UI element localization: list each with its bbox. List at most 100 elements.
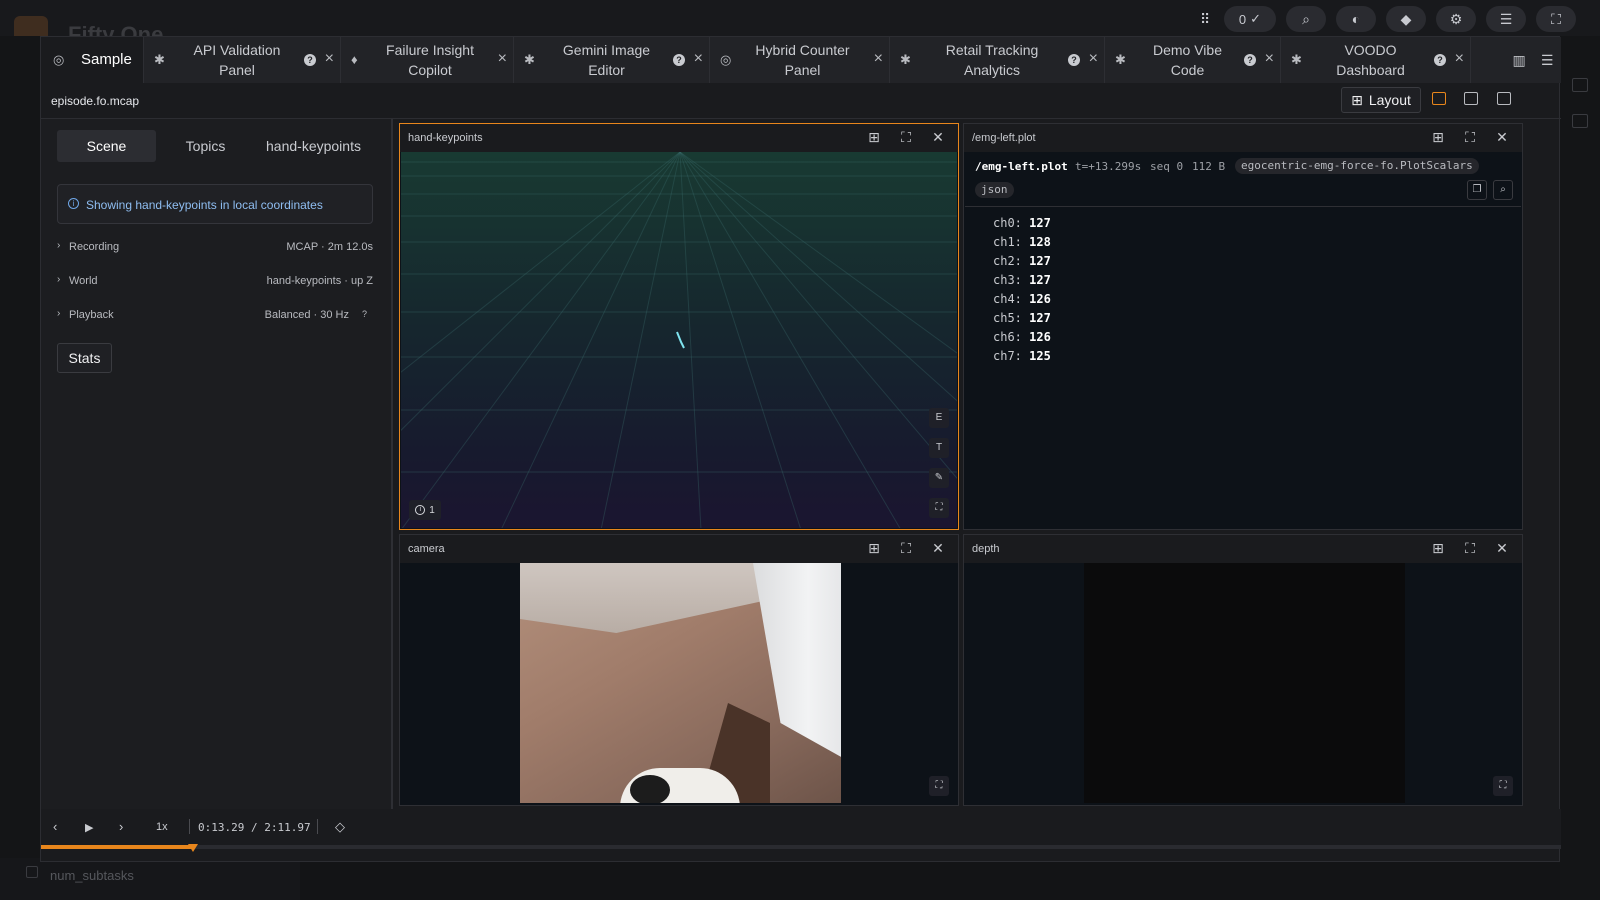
close-icon[interactable]: ✕ [1492, 129, 1512, 146]
close-icon[interactable]: × [1455, 50, 1464, 68]
help-icon[interactable]: ? [1068, 54, 1080, 66]
tab-label: Sample [81, 51, 132, 68]
panel-title: camera [408, 543, 445, 555]
grid-icon[interactable]: ⊞ [1428, 540, 1448, 557]
panel-icon[interactable] [1572, 78, 1588, 92]
step-forward-icon[interactable]: › [119, 819, 123, 834]
sidebar-tabs: Scene Topics hand-keypoints [57, 130, 377, 162]
puzzle-icon: ✱ [1115, 52, 1126, 67]
fullscreen-icon[interactable]: ⛶ [929, 498, 949, 518]
emg-left-plot-panel: /emg-left.plot ⊞ ⛶ ✕ /emg-left.plot t=+1… [963, 123, 1523, 530]
panel-title: /emg-left.plot [972, 132, 1036, 144]
message-viewer: /emg-left.plot t=+13.299s seq 0 112 B eg… [965, 152, 1521, 528]
tab-topics[interactable]: Topics [156, 130, 255, 162]
recording-row[interactable]: › Recording MCAP · 2m 12.0s [57, 239, 373, 257]
status-pill[interactable]: 0 ✓ [1224, 6, 1276, 32]
tab-api-validation-panel[interactable]: ✱ API Validation Panel ? × [144, 37, 341, 83]
expand-icon[interactable]: ⛶ [1460, 129, 1480, 146]
search-button[interactable]: ⌕ [1286, 6, 1326, 32]
grid-icon[interactable]: ⊞ [1428, 129, 1448, 146]
fullscreen-icon[interactable]: ⛶ [1493, 776, 1513, 796]
grip-icon[interactable]: ⠿ [1200, 11, 1214, 28]
copy-icon[interactable]: ❐ [1467, 180, 1487, 200]
status-count: 0 [1238, 11, 1247, 27]
tag-button[interactable]: ◆ [1386, 6, 1426, 32]
grid-icon[interactable]: ⊞ [864, 540, 884, 557]
settings-button[interactable]: ⚙ [1436, 6, 1476, 32]
search-icon[interactable]: ⌕ [1493, 180, 1513, 200]
tab-retail-tracking-analytics[interactable]: ✱ Retail Tracking Analytics ? × [890, 37, 1105, 83]
chevron-right-icon: › [57, 308, 61, 319]
row-value: MCAP · 2m 12.0s [286, 241, 373, 253]
close-icon[interactable]: × [694, 50, 703, 68]
tab-failure-insight-copilot[interactable]: ♦ Failure Insight Copilot × [341, 37, 514, 83]
info-text: Showing hand-keypoints in local coordina… [86, 198, 323, 212]
palette-button[interactable]: ◐ [1336, 6, 1376, 32]
panel-icon[interactable] [1572, 114, 1588, 128]
close-icon[interactable]: × [498, 50, 507, 68]
close-icon[interactable]: ✕ [1492, 540, 1512, 557]
list-icon: ☰ [1499, 10, 1513, 27]
fullscreen-button[interactable]: ⛶ [1536, 6, 1576, 32]
close-icon[interactable]: × [1089, 50, 1098, 68]
step-back-icon[interactable]: ‹ [53, 819, 57, 834]
list-button[interactable]: ☰ [1486, 6, 1526, 32]
tab-label: Gemini Image Editor [562, 42, 651, 78]
schema-pill: egocentric-emg-force-fo.PlotScalars [1235, 158, 1479, 174]
help-icon[interactable]: ? [304, 54, 316, 66]
layout-left-icon[interactable] [1432, 92, 1446, 105]
tool-e-button[interactable]: E [929, 408, 949, 428]
split-horizontal-icon[interactable]: ☰ [1541, 52, 1554, 69]
hand-keypoints-panel: hand-keypoints ⊞ ⛶ ✕ E T ✎ ⛶ i 1 [399, 123, 959, 530]
row-value: hand-keypoints · up Z [266, 275, 373, 287]
close-icon[interactable]: ✕ [928, 129, 948, 146]
timeline-thumb[interactable] [188, 844, 198, 852]
layout-label: Layout [1368, 92, 1411, 108]
layout-bottom-icon[interactable] [1464, 92, 1478, 105]
world-row[interactable]: › World hand-keypoints · up Z [57, 273, 373, 291]
grid-icon[interactable]: ⊞ [864, 129, 884, 146]
tab-sample[interactable]: ◎ Sample [41, 37, 144, 83]
close-icon[interactable]: ✕ [928, 540, 948, 557]
tab-scene[interactable]: Scene [57, 130, 156, 162]
tab-gemini-image-editor[interactable]: ✱ Gemini Image Editor ? × [514, 37, 710, 83]
expand-icon[interactable]: ⛶ [1460, 540, 1480, 557]
layout-button[interactable]: ⊞ Layout [1341, 87, 1421, 113]
close-icon[interactable]: × [325, 50, 334, 68]
stats-button[interactable]: Stats [57, 343, 112, 373]
close-icon[interactable]: × [874, 50, 883, 68]
help-icon[interactable]: ? [362, 309, 367, 319]
help-icon[interactable]: ? [1434, 54, 1446, 66]
tab-hybrid-counter-panel[interactable]: ◎ Hybrid Counter Panel × [710, 37, 890, 83]
play-icon[interactable]: ▶ [85, 821, 93, 834]
info-badge[interactable]: i 1 [409, 500, 441, 520]
help-icon[interactable]: ? [1244, 54, 1256, 66]
puzzle-icon: ✱ [154, 52, 165, 67]
depth-image [1084, 563, 1405, 803]
floor-grid [401, 152, 957, 528]
tab-voodo-dashboard[interactable]: ✱ VOODO Dashboard ? × [1281, 37, 1471, 83]
tab-hand-keypoints[interactable]: hand-keypoints [255, 130, 372, 162]
split-vertical-icon[interactable]: ▥ [1513, 52, 1526, 69]
pencil-icon[interactable]: ✎ [929, 468, 949, 488]
speed-button[interactable]: 1x [156, 821, 168, 833]
layout-right-icon[interactable] [1497, 92, 1511, 105]
3d-viewport[interactable]: E T ✎ ⛶ i 1 [401, 152, 957, 528]
field-checkbox[interactable] [26, 866, 38, 878]
grid-icon: ⊞ [1351, 91, 1363, 108]
panel-header: /emg-left.plot ⊞ ⛶ ✕ [964, 124, 1522, 152]
close-icon[interactable]: × [1265, 50, 1274, 68]
depth-panel: depth ⊞ ⛶ ✕ ⛶ [963, 534, 1523, 806]
playback-row[interactable]: › Playback Balanced · 30 Hz ? [57, 307, 373, 325]
timeline-scrubber[interactable] [41, 844, 1561, 852]
tab-demo-vibe-code[interactable]: ✱ Demo Vibe Code ? × [1105, 37, 1281, 83]
info-icon: i [415, 505, 426, 515]
expand-icon[interactable]: ⛶ [896, 129, 916, 146]
top-toolbar: ⠿ 0 ✓ ⌕ ◐ ◆ ⚙ ☰ ⛶ [1200, 6, 1576, 32]
help-icon[interactable]: ? [673, 54, 685, 66]
tag-icon[interactable]: ◇ [335, 819, 345, 835]
fullscreen-icon[interactable]: ⛶ [929, 776, 949, 796]
expand-icon[interactable]: ⛶ [896, 540, 916, 557]
tool-t-button[interactable]: T [929, 438, 949, 458]
panel-title: hand-keypoints [408, 132, 483, 144]
